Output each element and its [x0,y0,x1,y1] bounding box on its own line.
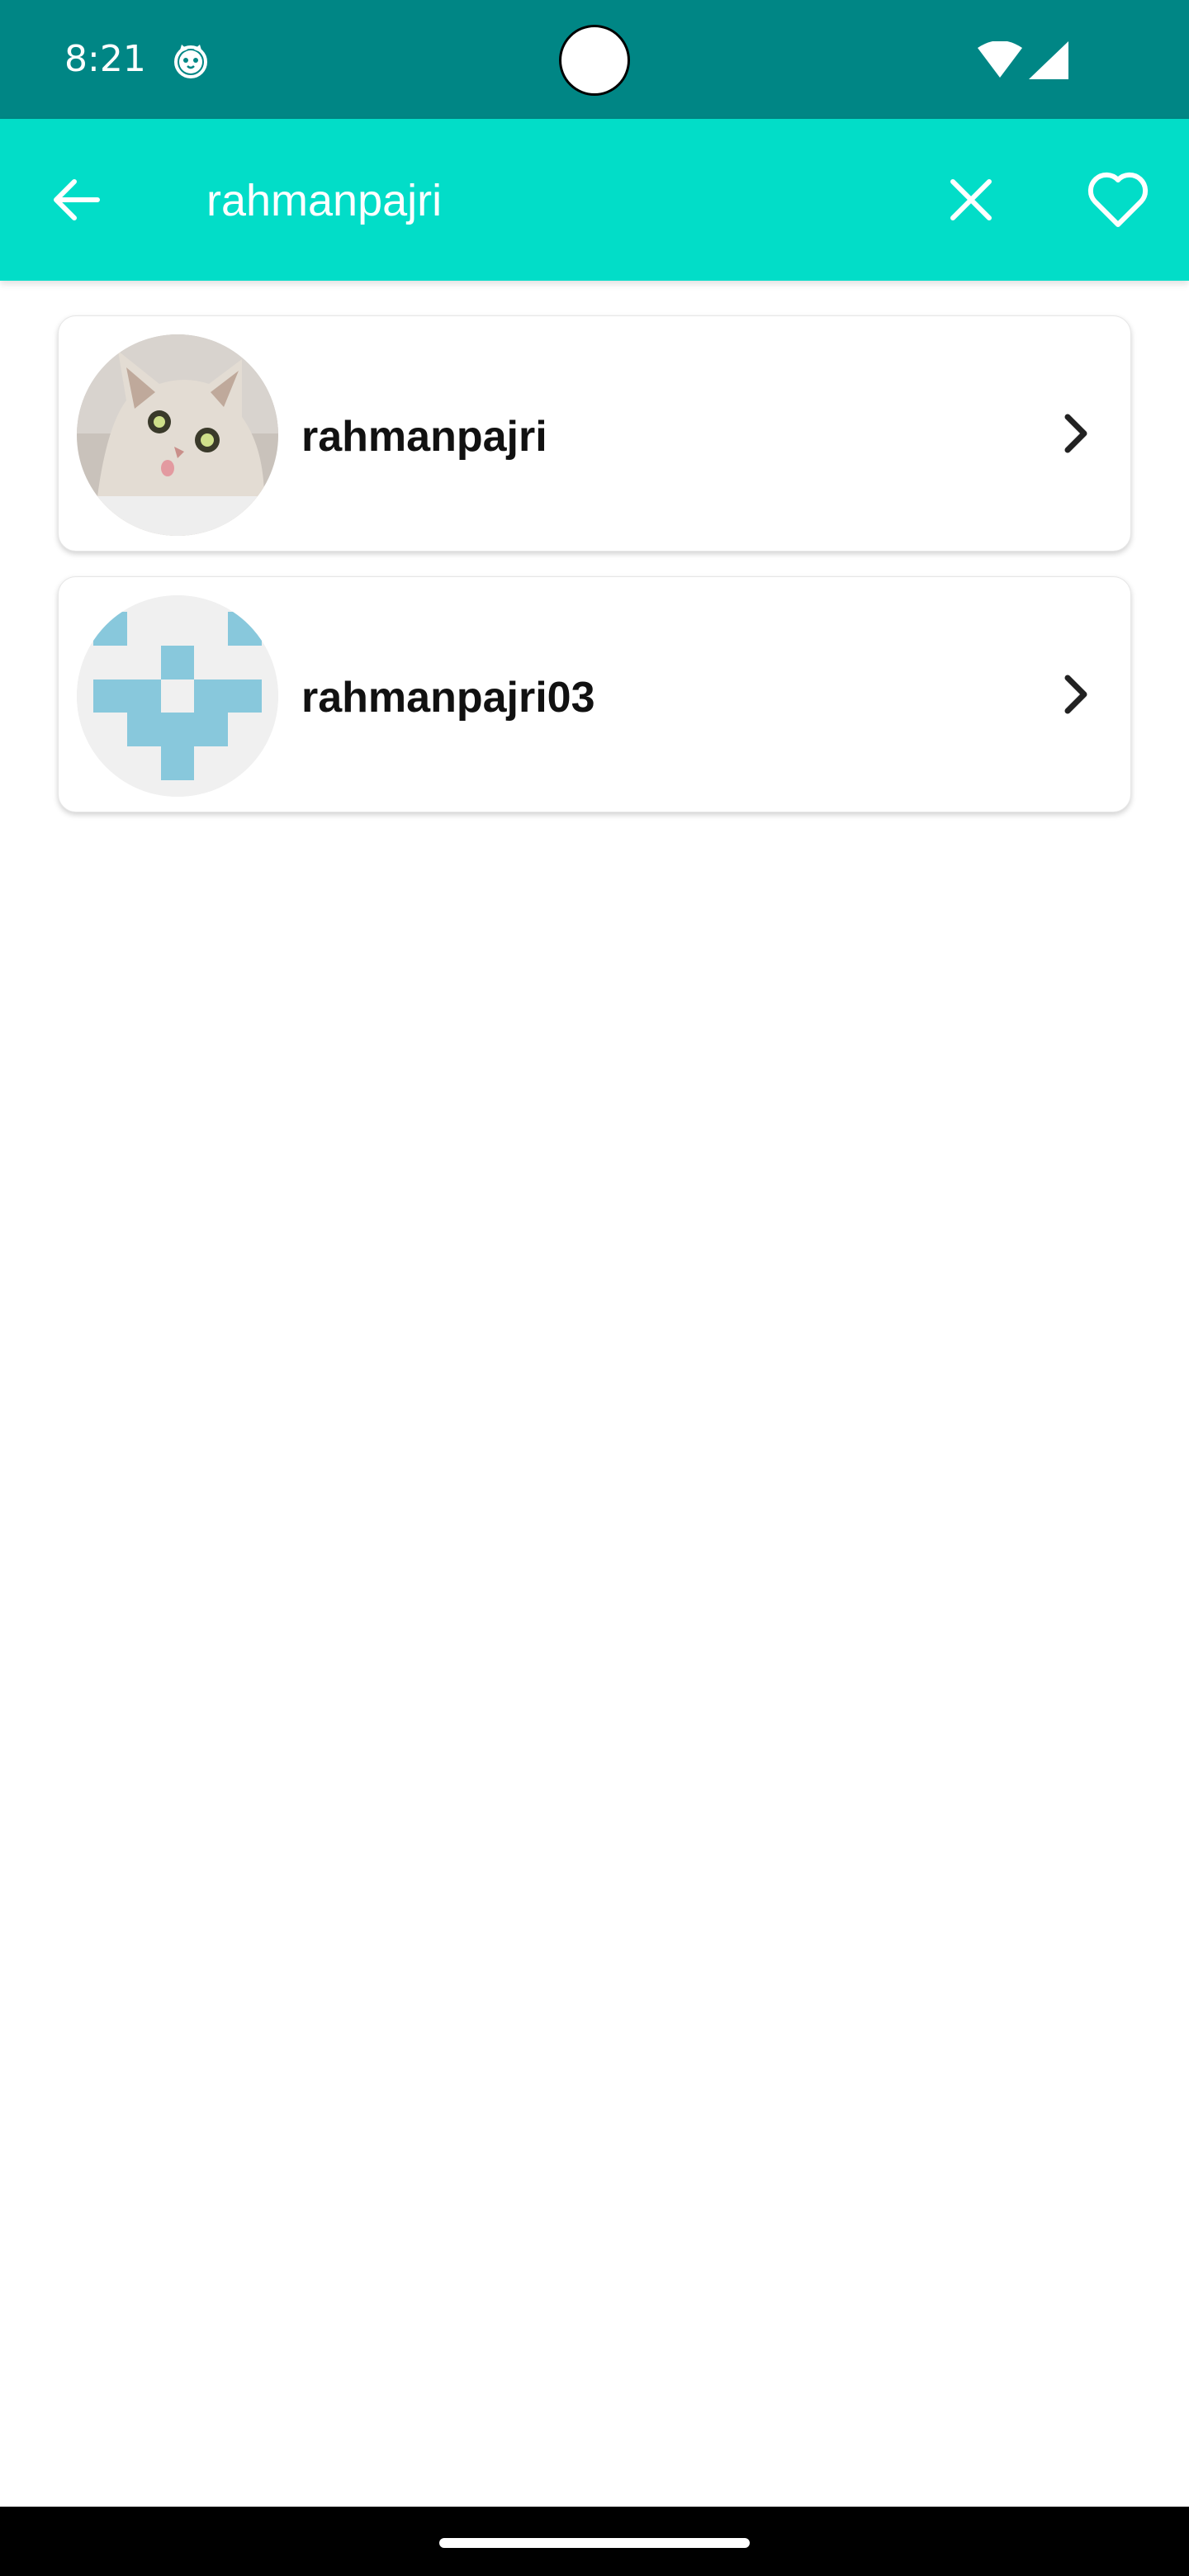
wifi-icon [978,40,1022,78]
cell-signal-icon [1029,41,1068,79]
home-indicator[interactable] [439,2538,750,2548]
back-button[interactable] [48,172,104,228]
user-login: rahmanpajri [301,413,547,461]
system-navigation-bar [0,2507,1189,2576]
search-input[interactable] [206,170,850,231]
user-list-item[interactable]: rahmanpajri03 [58,576,1131,812]
cat-photo-avatar [77,334,278,536]
cat-face-icon [172,41,210,79]
camera-cutout [559,25,630,96]
chevron-right-icon [1049,670,1099,719]
clear-search-button[interactable] [943,172,999,228]
status-bar: 8:21 [0,0,1189,119]
chevron-right-icon [1049,409,1099,458]
arrow-left-icon [54,179,100,220]
search-app-bar [0,119,1189,281]
heart-outline-icon [1087,172,1149,227]
close-icon [950,179,992,220]
identicon-avatar [77,595,278,797]
status-time: 8:21 [64,38,146,80]
user-login: rahmanpajri03 [301,674,595,722]
user-list-item[interactable]: rahmanpajri [58,315,1131,552]
favorites-button[interactable] [1087,170,1149,230]
